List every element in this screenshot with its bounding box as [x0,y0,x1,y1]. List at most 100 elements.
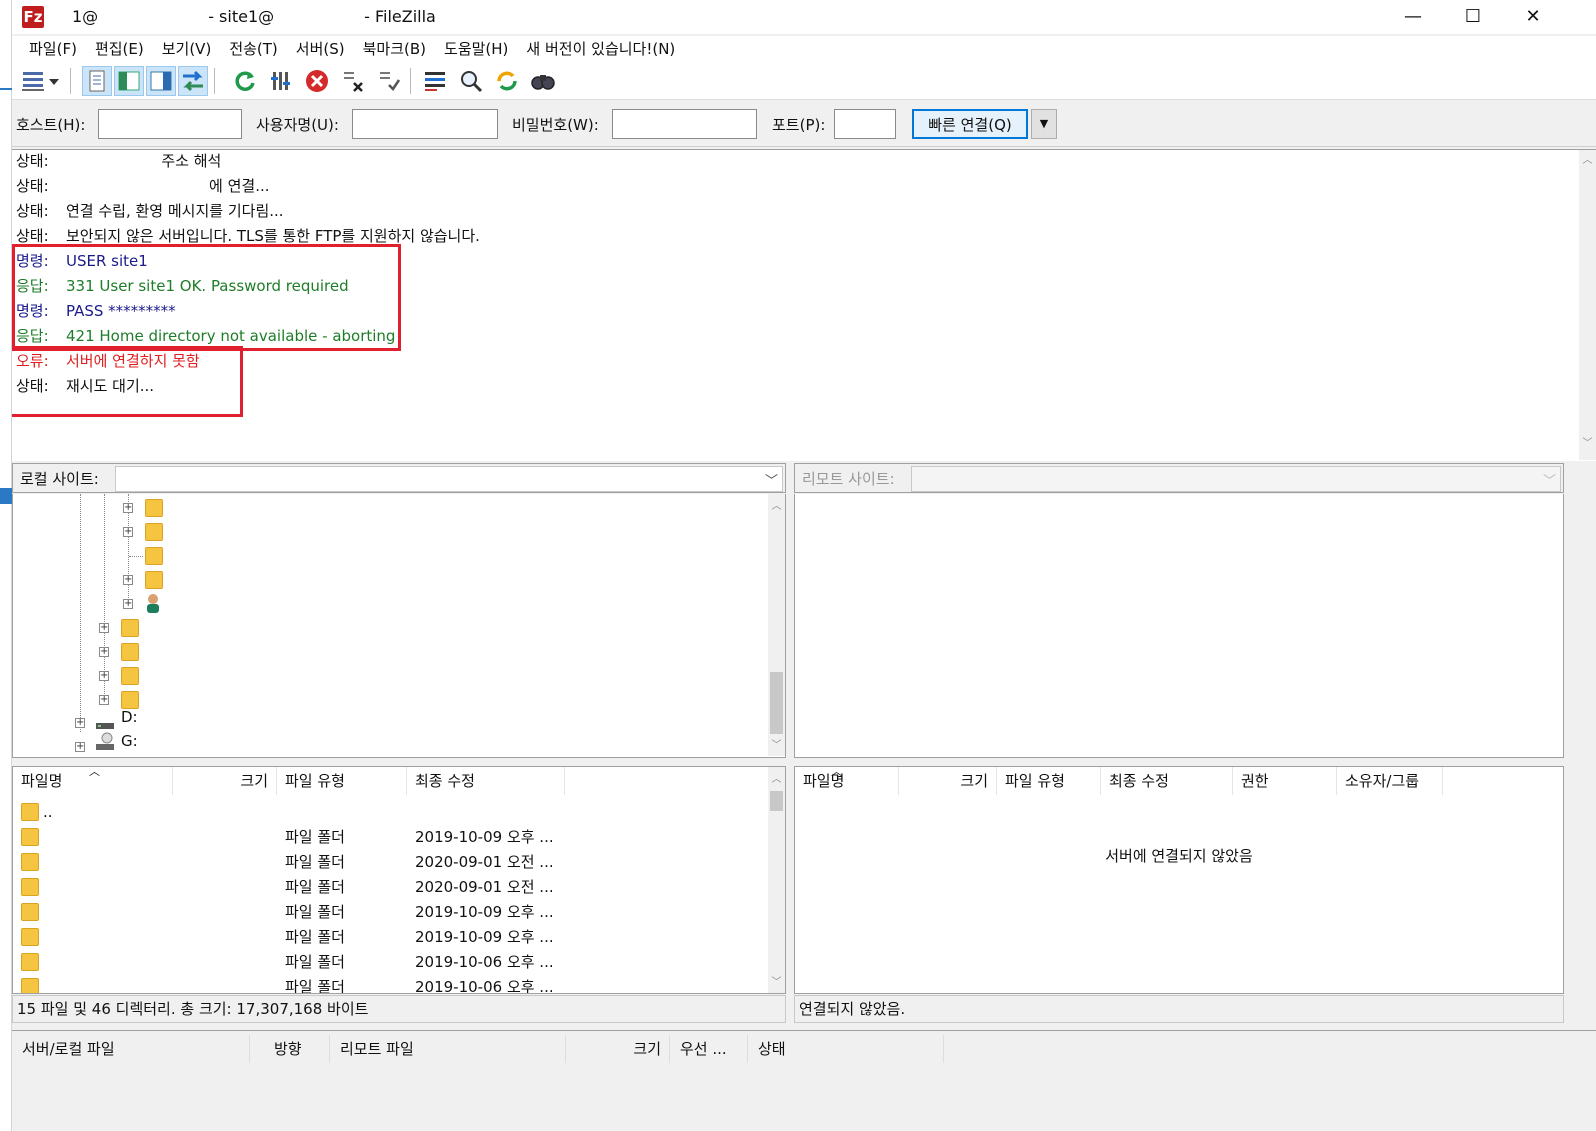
user-folder-icon[interactable] [143,592,163,614]
drive-icon[interactable] [95,714,115,732]
col-modified[interactable]: 최종 수정 [1101,767,1233,795]
folder-icon [21,803,39,821]
drive-d-label[interactable]: D: [121,708,138,726]
menu-help[interactable]: 도움말(H) [435,36,517,62]
col-filename[interactable]: 파일명 ︿ [795,767,899,795]
expand-icon[interactable]: + [99,647,109,657]
scroll-up-icon[interactable]: ︿ [1579,152,1596,169]
site-manager-icon[interactable] [18,66,48,96]
toggle-local-tree-icon[interactable] [114,66,144,96]
scroll-up-icon[interactable]: ︿ [768,498,785,515]
port-label: 포트(P): [772,116,826,134]
expand-icon[interactable]: + [75,718,85,728]
scroll-thumb[interactable] [770,791,783,811]
expand-icon[interactable]: + [123,503,133,513]
toggle-transfer-queue-icon[interactable] [178,66,208,96]
password-input[interactable] [612,109,757,139]
process-queue-icon[interactable] [266,66,296,96]
host-input[interactable] [98,109,242,139]
reconnect-icon[interactable] [374,66,404,96]
expand-icon[interactable]: + [75,742,85,752]
quickconnect-history-dropdown[interactable]: ▼ [1031,109,1057,139]
port-input[interactable] [834,109,896,139]
col-direction[interactable]: 방향 [250,1035,330,1063]
local-tree-scrollbar[interactable]: ︿ ﹀ [768,494,785,756]
maximize-button[interactable]: ☐ [1444,0,1502,34]
local-file-list[interactable]: 파일명 ︿ 크기 파일 유형 최종 수정 .. 파일 폴더 2019-10-09 오후… [12,766,786,994]
drive-g-label[interactable]: G: [121,732,138,750]
menu-bookmarks[interactable]: 북마크(B) [354,36,435,62]
col-size[interactable]: 크기 [173,767,277,795]
col-owner-group[interactable]: 소유자/그룹 [1337,767,1443,795]
desktop-accent [0,488,12,504]
col-remote-file[interactable]: 리모트 파일 [330,1035,566,1063]
folder-icon[interactable] [121,643,139,661]
menu-transfer[interactable]: 전송(T) [220,36,286,62]
col-modified[interactable]: 최종 수정 [407,767,565,795]
cancel-icon[interactable] [302,66,332,96]
remote-directory-tree[interactable] [794,494,1564,758]
sync-browsing-icon[interactable] [492,66,522,96]
filezilla-app-icon: Fz [22,6,44,28]
folder-icon[interactable] [121,667,139,685]
expand-icon[interactable]: + [123,527,133,537]
menu-view[interactable]: 보기(V) [153,36,221,62]
title-bar[interactable]: Fz 1@ - site1@ - FileZilla — ☐ ✕ [12,0,1596,34]
folder-icon[interactable] [145,499,163,517]
scroll-down-icon[interactable]: ﹀ [1579,435,1596,452]
transfer-queue[interactable]: 서버/로컬 파일 방향 리모트 파일 크기 우선 ... 상태 [12,1030,1596,1131]
directory-listing-filters-icon[interactable] [420,66,450,96]
title-user: 1@ [72,7,99,26]
username-input[interactable] [352,109,498,139]
folder-icon[interactable] [145,523,163,541]
refresh-icon[interactable] [230,66,260,96]
scroll-down-icon[interactable]: ﹀ [768,737,785,754]
quickconnect-bar: 호스트(H): 사용자명(U): 비밀번호(W): 포트(P): 빠른 연결(Q… [12,101,1596,147]
scroll-thumb[interactable] [770,672,783,734]
folder-icon[interactable] [145,571,163,589]
local-site-path-combo[interactable]: ﹀ [115,466,783,492]
log-scrollbar[interactable]: ︿ ﹀ [1579,150,1596,460]
disconnect-icon[interactable] [338,66,368,96]
col-type[interactable]: 파일 유형 [997,767,1101,795]
col-server-local-file[interactable]: 서버/로컬 파일 [12,1035,250,1063]
col-size[interactable]: 크기 [566,1035,670,1063]
scroll-down-icon[interactable]: ﹀ [768,974,785,991]
expand-icon[interactable]: + [123,599,133,609]
expand-icon[interactable]: + [99,695,109,705]
remote-file-list[interactable]: 파일명 ︿ 크기 파일 유형 최종 수정 권한 소유자/그룹 서버에 연결되지 않… [794,766,1564,994]
local-directory-tree[interactable]: + + + + + + + + + D: + G: ︿ ﹀ [12,494,786,758]
col-filename[interactable]: 파일명 ︿ [13,767,173,795]
dropdown-arrow-icon[interactable] [46,66,62,96]
chevron-down-icon[interactable]: ﹀ [765,470,778,489]
folder-icon[interactable] [145,547,163,565]
close-button[interactable]: ✕ [1504,0,1562,34]
local-list-scrollbar[interactable]: ︿ ﹀ [768,767,785,993]
col-permissions[interactable]: 권한 [1233,767,1337,795]
network-drive-icon[interactable] [95,732,115,752]
menu-file[interactable]: 파일(F) [20,36,86,62]
remote-site-path-combo[interactable]: ﹀ [911,466,1561,492]
menu-server[interactable]: 서버(S) [287,36,354,62]
toggle-remote-tree-icon[interactable] [146,66,176,96]
col-priority[interactable]: 우선 ... [670,1035,748,1063]
col-type[interactable]: 파일 유형 [277,767,407,795]
message-log[interactable]: 상태: 주소 해석 상태: 에 연결... 상태: 연결 수립, 환영 메시지를 기다… [12,149,1596,461]
col-status[interactable]: 상태 [748,1035,944,1063]
menu-edit[interactable]: 편집(E) [86,36,153,62]
toggle-message-log-icon[interactable] [82,66,112,96]
expand-icon[interactable]: + [99,671,109,681]
scroll-up-icon[interactable]: ︿ [768,771,785,788]
expand-icon[interactable]: + [99,623,109,633]
expand-icon[interactable]: + [123,575,133,585]
toggle-comparison-icon[interactable] [456,66,486,96]
quickconnect-button[interactable]: 빠른 연결(Q) [912,109,1028,139]
folder-icon[interactable] [121,691,139,709]
search-icon[interactable] [528,66,558,96]
file-modified: 2019-10-09 오후 ... [415,928,554,946]
minimize-button[interactable]: — [1384,0,1442,34]
menu-new-version[interactable]: 새 버전이 있습니다!(N) [517,36,684,62]
chevron-down-icon[interactable]: ﹀ [1543,470,1556,489]
folder-icon[interactable] [121,619,139,637]
col-size[interactable]: 크기 [899,767,997,795]
